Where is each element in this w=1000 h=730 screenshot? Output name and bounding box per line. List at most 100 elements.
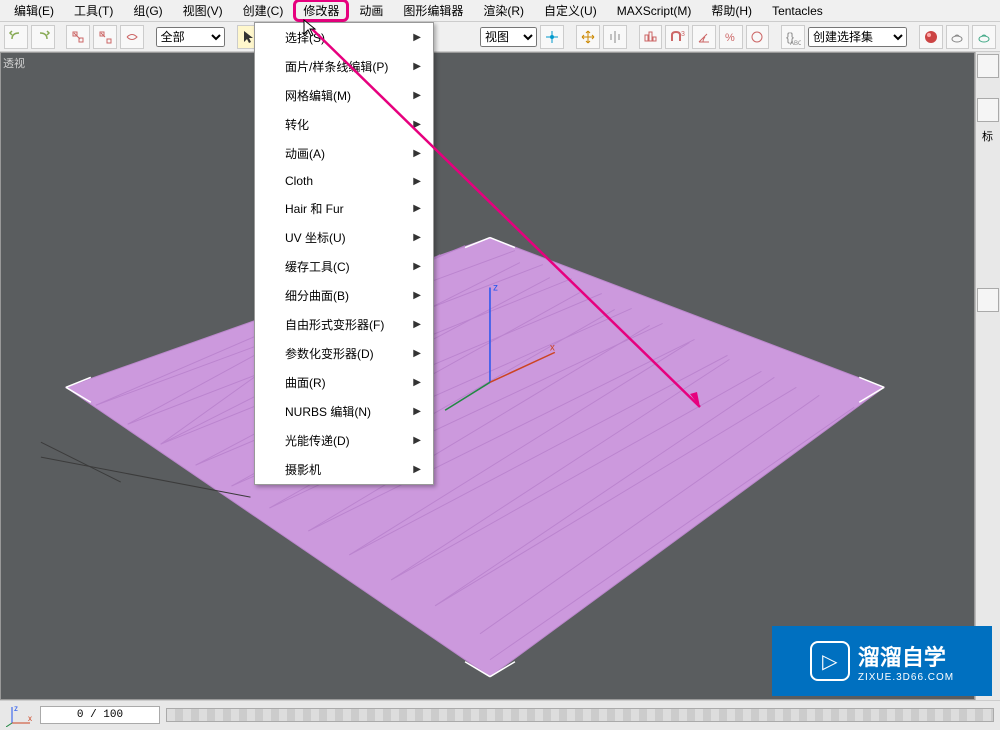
world-axis-icon: zx — [6, 703, 34, 727]
material-icon — [923, 29, 939, 45]
menu-tools[interactable]: 工具(T) — [64, 0, 123, 21]
spinner-snap-button[interactable] — [746, 25, 770, 49]
menu-item-label: 参数化变形器(D) — [285, 345, 374, 362]
menu-help[interactable]: 帮助(H) — [701, 0, 762, 21]
submenu-arrow-icon: ▶ — [413, 32, 421, 43]
axis-z-label: z — [493, 283, 498, 294]
menu-customize[interactable]: 自定义(U) — [534, 0, 607, 21]
svg-text:z: z — [14, 704, 18, 713]
menu-cloth[interactable]: Cloth▶ — [255, 168, 433, 194]
align-button[interactable] — [639, 25, 663, 49]
pivot-button[interactable] — [540, 25, 564, 49]
menu-radiosity[interactable]: 光能传递(D) ▶ — [255, 426, 433, 455]
menu-convert[interactable]: 转化 ▶ — [255, 110, 433, 139]
snap-icon: 3 — [668, 29, 686, 45]
menu-uv-coord[interactable]: UV 坐标(U)▶ — [255, 223, 433, 252]
redo-button[interactable] — [31, 25, 55, 49]
menu-hair-fur[interactable]: Hair 和 Fur ▶ — [255, 194, 433, 223]
teapot-icon — [949, 29, 965, 45]
render-button[interactable] — [972, 25, 996, 49]
align-icon — [642, 29, 658, 45]
named-sets-button[interactable]: {}ABC — [781, 25, 805, 49]
submenu-arrow-icon: ▶ — [413, 232, 421, 243]
submenu-arrow-icon: ▶ — [413, 348, 421, 359]
track-bar[interactable] — [166, 708, 994, 722]
menu-item-label: 缓存工具(C) — [285, 258, 350, 275]
menu-item-label: 转化 — [285, 116, 309, 133]
bind-button[interactable] — [120, 25, 144, 49]
undo-icon — [8, 29, 24, 45]
menu-item-label: Cloth — [285, 174, 313, 188]
unlink-button[interactable] — [93, 25, 117, 49]
snap-button[interactable]: 3 — [665, 25, 689, 49]
menu-cache-tools[interactable]: 缓存工具(C)▶ — [255, 252, 433, 281]
hierarchy-tab[interactable] — [977, 288, 999, 312]
menu-nurbs-edit[interactable]: NURBS 编辑(N)▶ — [255, 397, 433, 426]
menu-view[interactable]: 视图(V) — [173, 0, 233, 21]
menu-subdiv-surface[interactable]: 细分曲面(B)▶ — [255, 281, 433, 310]
unlink-icon — [97, 29, 113, 45]
menu-animation[interactable]: 动画 — [349, 0, 393, 21]
command-panel: 标 — [975, 52, 1000, 700]
menu-mesh-edit[interactable]: 网格编辑(M) ▶ — [255, 81, 433, 110]
link-icon — [70, 29, 86, 45]
watermark-title: 溜溜自学 — [858, 640, 954, 672]
menu-cameras[interactable]: 摄影机▶ — [255, 455, 433, 484]
menu-item-label: Hair 和 Fur — [285, 200, 344, 217]
menu-animation-mod[interactable]: 动画(A)▶ — [255, 139, 433, 168]
viewport-scene: z x — [1, 53, 974, 700]
menu-param-deform[interactable]: 参数化变形器(D) ▶ — [255, 339, 433, 368]
submenu-arrow-icon: ▶ — [413, 119, 421, 130]
create-tab[interactable] — [977, 54, 999, 78]
link-button[interactable] — [66, 25, 90, 49]
svg-text:ABC: ABC — [790, 41, 801, 45]
selection-filter-dropdown[interactable]: 全部 — [156, 27, 225, 47]
angle-snap-button[interactable] — [692, 25, 716, 49]
menu-group[interactable]: 组(G) — [123, 0, 172, 21]
mirror-button[interactable] — [603, 25, 627, 49]
material-editor-button[interactable] — [919, 25, 943, 49]
menu-edit[interactable]: 编辑(E) — [4, 0, 64, 21]
submenu-arrow-icon: ▶ — [413, 203, 421, 214]
svg-text:3: 3 — [681, 31, 685, 38]
menu-item-label: NURBS 编辑(N) — [285, 403, 371, 420]
panel-label: 标 — [976, 124, 1000, 148]
menu-render[interactable]: 渲染(R) — [473, 0, 534, 21]
submenu-arrow-icon: ▶ — [413, 377, 421, 388]
menu-freeform-deform[interactable]: 自由形式变形器(F)▶ — [255, 310, 433, 339]
pivot-icon — [544, 29, 560, 45]
svg-text:x: x — [28, 714, 32, 723]
menu-create[interactable]: 创建(C) — [233, 0, 294, 21]
reference-coord-dropdown[interactable]: 视图 — [480, 27, 537, 47]
menu-graph-editors[interactable]: 图形编辑器 — [393, 0, 473, 21]
submenu-arrow-icon: ▶ — [413, 90, 421, 101]
submenu-arrow-icon: ▶ — [413, 464, 421, 475]
menu-selection[interactable]: 选择(S)▶ — [255, 23, 433, 52]
menu-surface[interactable]: 曲面(R)▶ — [255, 368, 433, 397]
named-selection-dropdown[interactable]: 创建选择集 — [808, 27, 907, 47]
menu-patch-spline-edit[interactable]: 面片/样条线编辑(P)▶ — [255, 52, 433, 81]
menubar: 编辑(E) 工具(T) 组(G) 视图(V) 创建(C) 修改器 动画 图形编辑… — [0, 0, 1000, 22]
render-setup-button[interactable] — [946, 25, 970, 49]
mouse-cursor-icon — [302, 18, 318, 38]
select-move-button[interactable] — [576, 25, 600, 49]
braces-icon: {}ABC — [785, 29, 801, 45]
menu-item-label: 网格编辑(M) — [285, 87, 351, 104]
percent-icon: % — [723, 29, 739, 45]
main-toolbar: 全部 视图 3 % {}ABC 创建选择集 — [0, 22, 1000, 52]
undo-button[interactable] — [4, 25, 28, 49]
submenu-arrow-icon: ▶ — [413, 435, 421, 446]
time-slider[interactable]: 0 / 100 — [40, 706, 160, 724]
menu-item-label: 光能传递(D) — [285, 432, 350, 449]
percent-snap-button[interactable]: % — [719, 25, 743, 49]
timeline-value: 0 / 100 — [77, 709, 123, 721]
menu-item-label: 面片/样条线编辑(P) — [285, 58, 388, 75]
redo-icon — [35, 29, 51, 45]
statusbar: zx 0 / 100 — [0, 700, 1000, 728]
mirror-icon — [607, 29, 623, 45]
menu-maxscript[interactable]: MAXScript(M) — [607, 2, 702, 20]
modify-tab[interactable] — [977, 98, 999, 122]
viewport[interactable]: 透视 — [0, 52, 975, 700]
submenu-arrow-icon: ▶ — [413, 290, 421, 301]
menu-tentacles[interactable]: Tentacles — [762, 2, 833, 20]
